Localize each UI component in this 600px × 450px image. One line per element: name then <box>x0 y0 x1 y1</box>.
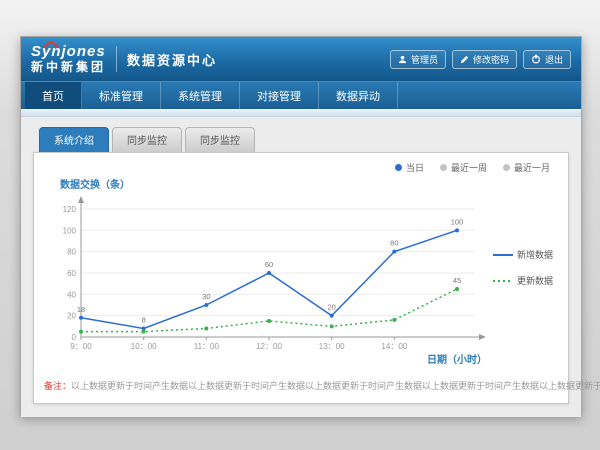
svg-text:20: 20 <box>67 312 76 321</box>
user-label: 管理员 <box>411 53 438 66</box>
content-area: 系统介绍同步监控同步监控 当日最近一周最近一月 数据交换（条） 02040608… <box>21 117 581 417</box>
nav-item-3[interactable]: 系统管理 <box>161 82 240 109</box>
remark: 备注：以上数据更新于时间产生数据以上数据更新于时间产生数据以上数据更新于时间产生… <box>44 379 558 392</box>
logo-swoosh-icon <box>43 40 59 49</box>
legend-filter-label: 最近一周 <box>451 161 487 174</box>
tab-3[interactable]: 同步监控 <box>185 127 255 152</box>
y-axis-title: 数据交换（条） <box>60 176 558 191</box>
svg-text:60: 60 <box>67 269 76 278</box>
svg-text:8: 8 <box>142 315 146 324</box>
svg-text:9：00: 9：00 <box>70 342 92 351</box>
edit-icon <box>460 55 469 64</box>
change-password-label: 修改密码 <box>473 53 509 66</box>
nav-item-4[interactable]: 对接管理 <box>240 82 319 109</box>
nav-item-5[interactable]: 数据异动 <box>319 82 398 109</box>
svg-text:100: 100 <box>63 226 77 235</box>
remark-text: 以上数据更新于时间产生数据以上数据更新于时间产生数据以上数据更新于时间产生数据以… <box>71 381 600 391</box>
nav-item-1[interactable]: 首页 <box>25 82 82 109</box>
user-button[interactable]: 管理员 <box>390 50 446 69</box>
svg-text:20: 20 <box>327 303 335 312</box>
legend-filter-2[interactable]: 最近一周 <box>440 161 487 174</box>
svg-text:更新数据: 更新数据 <box>517 275 553 286</box>
svg-text:30: 30 <box>202 292 210 301</box>
nav-item-2[interactable]: 标准管理 <box>82 82 161 109</box>
logout-label: 退出 <box>545 53 563 66</box>
svg-text:18: 18 <box>77 305 85 314</box>
header-divider <box>116 46 117 72</box>
line-chart: 0 20 40 60 80 100 120 9：00 10：00 11：00 12：00 13：00 1… <box>45 193 557 371</box>
svg-text:11：00: 11：00 <box>194 342 220 351</box>
svg-text:14：00: 14：00 <box>381 342 407 351</box>
remark-label: 备注： <box>44 381 71 391</box>
svg-text:80: 80 <box>390 239 398 248</box>
change-password-button[interactable]: 修改密码 <box>452 50 517 69</box>
svg-text:40: 40 <box>67 290 76 299</box>
power-icon <box>531 54 541 64</box>
logout-button[interactable]: 退出 <box>523 50 571 69</box>
main-nav: 首页标准管理系统管理对接管理数据异动 <box>21 81 581 109</box>
radio-dot-icon <box>503 164 510 171</box>
app-header: Synjones 新中新集团 数据资源中心 管理员 修改密码 <box>21 37 581 81</box>
legend-filter-3[interactable]: 最近一月 <box>503 161 550 174</box>
radio-dot-icon <box>440 164 447 171</box>
app-window: Synjones 新中新集团 数据资源中心 管理员 修改密码 <box>20 36 582 416</box>
legend-filter-1[interactable]: 当日 <box>395 161 424 174</box>
tab-1[interactable]: 系统介绍 <box>39 127 109 152</box>
svg-text:45: 45 <box>453 276 461 285</box>
svg-text:80: 80 <box>67 248 76 257</box>
svg-text:日期（小时）: 日期（小时） <box>427 353 487 366</box>
svg-text:100: 100 <box>451 217 464 226</box>
nav-strip <box>21 109 581 117</box>
svg-text:10：00: 10：00 <box>131 342 157 351</box>
svg-text:13：00: 13：00 <box>319 342 345 351</box>
tab-bar: 系统介绍同步监控同步监控 <box>39 127 569 152</box>
header-actions: 管理员 修改密码 退出 <box>390 50 571 69</box>
page-title: 数据资源中心 <box>127 50 217 69</box>
svg-text:120: 120 <box>63 205 77 214</box>
tab-2[interactable]: 同步监控 <box>112 127 182 152</box>
svg-text:0: 0 <box>72 333 77 342</box>
svg-text:新增数据: 新增数据 <box>517 249 553 260</box>
legend-filters: 当日 最近一周 最近一月 <box>44 159 558 174</box>
legend-filter-label: 最近一月 <box>514 161 550 174</box>
logo-subtext: 新中新集团 <box>31 61 106 74</box>
logo[interactable]: Synjones 新中新集团 <box>31 44 106 74</box>
svg-text:60: 60 <box>265 260 273 269</box>
chart-panel: 当日 最近一周 最近一月 数据交换（条） 0 20 40 60 80 100 120 9：00 10… <box>33 152 569 404</box>
radio-dot-icon <box>395 164 402 171</box>
user-icon <box>398 55 407 64</box>
legend-filter-label: 当日 <box>406 161 424 174</box>
svg-text:12：00: 12：00 <box>256 342 282 351</box>
